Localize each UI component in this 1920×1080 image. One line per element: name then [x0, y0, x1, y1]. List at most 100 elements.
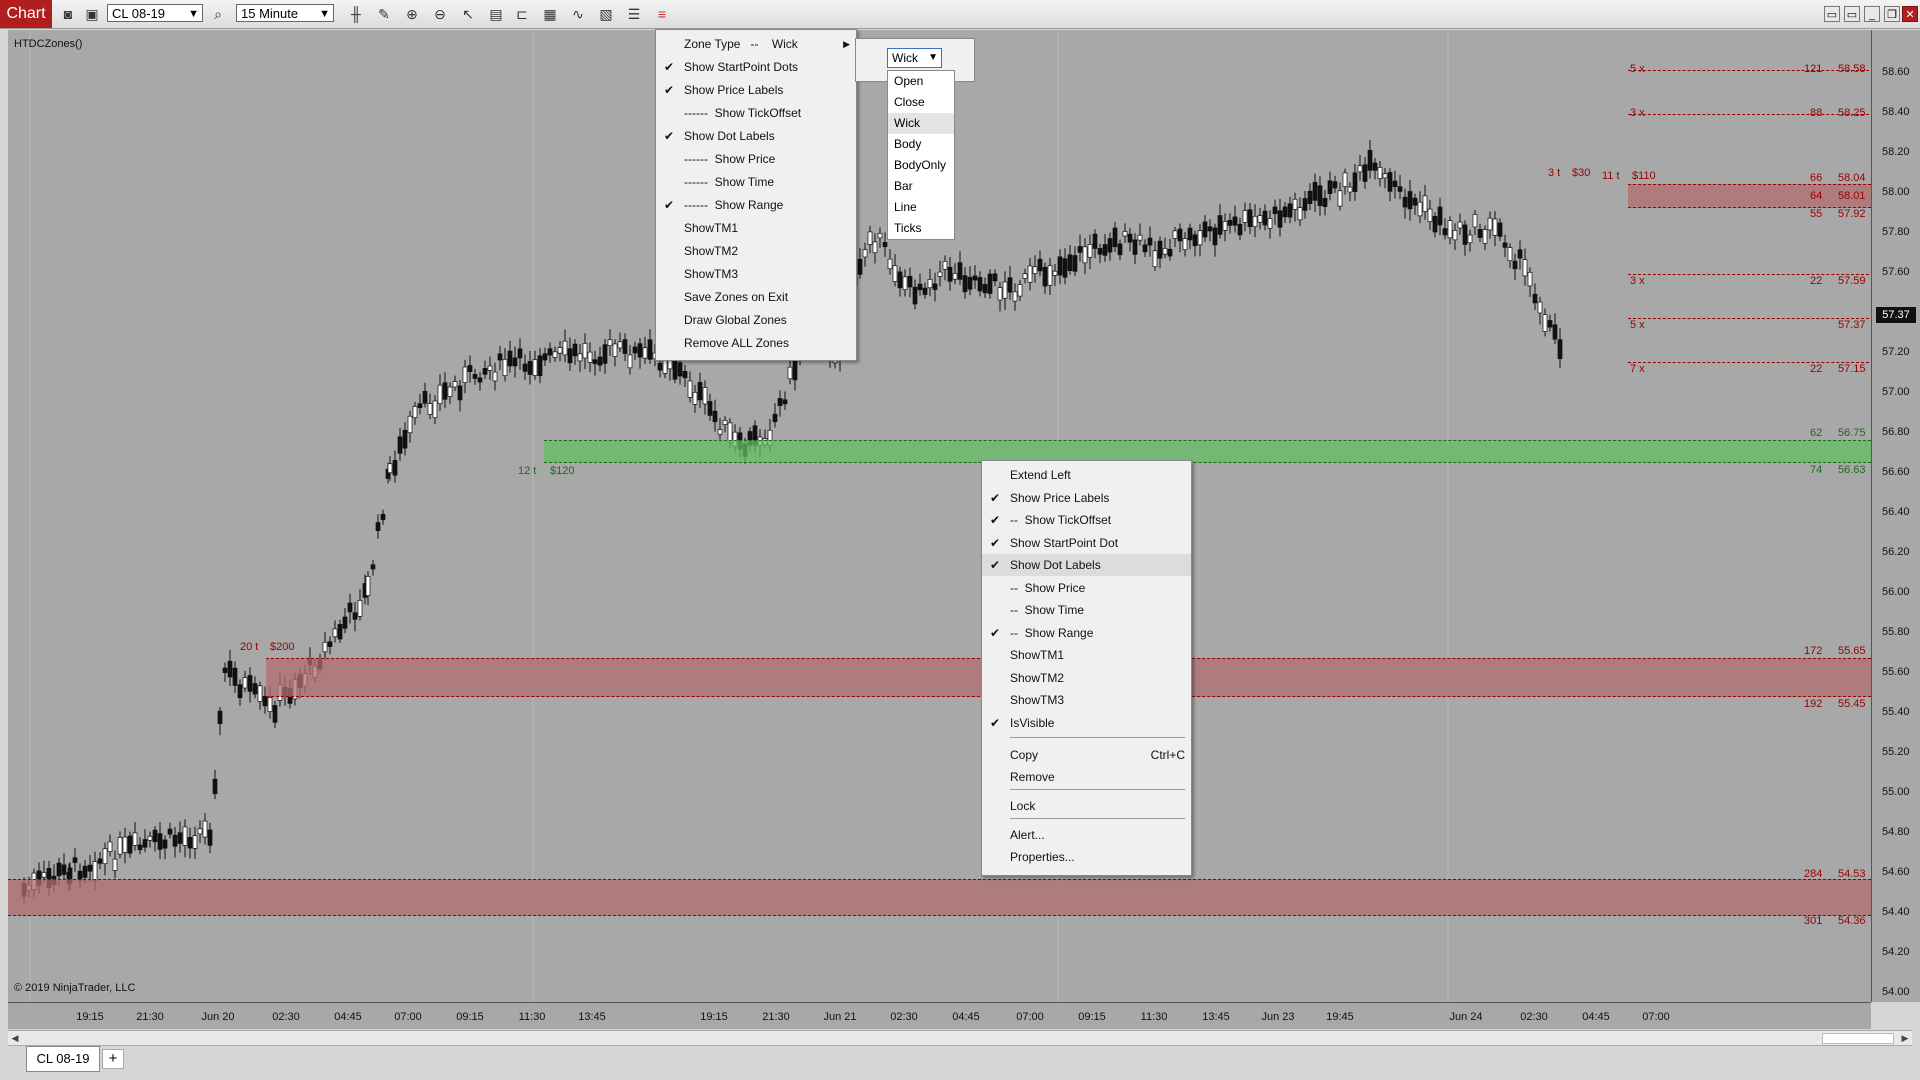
candle-body: [1187, 227, 1193, 241]
zone-menu-item-label: ------ Show TickOffset: [684, 106, 802, 120]
list-icon[interactable]: ☰: [624, 4, 644, 24]
strategies-icon[interactable]: ▦: [540, 4, 560, 24]
zone-menu-item[interactable]: ------ Show Time: [656, 171, 856, 193]
context-menu-item[interactable]: ShowTM1: [982, 644, 1191, 666]
zone-type-option[interactable]: Close: [888, 92, 954, 113]
zone-line[interactable]: [1628, 274, 1869, 275]
indicators-icon[interactable]: ∿: [568, 4, 588, 24]
zone-menu-item[interactable]: Remove ALL Zones: [656, 332, 856, 354]
data-box-icon[interactable]: ▤: [486, 4, 506, 24]
drawing-tool-icon[interactable]: ✎: [374, 4, 394, 24]
zone-menu-item[interactable]: ------ Show TickOffset: [656, 102, 856, 124]
price-axis[interactable]: 58.6058.4058.2058.0057.8057.6057.4057.20…: [1871, 30, 1920, 1002]
zone-menu-item[interactable]: ShowTM2: [656, 240, 856, 262]
context-menu-item[interactable]: ✔ IsVisible: [982, 712, 1191, 734]
scroll-left-icon[interactable]: ◀: [8, 1031, 22, 1045]
zone-menu-item[interactable]: ShowTM1: [656, 217, 856, 239]
check-icon: ✔: [990, 625, 1001, 640]
lock-menu-item[interactable]: Lock: [982, 795, 1191, 817]
zone-type-option[interactable]: Open: [888, 71, 954, 92]
candle-body: [1342, 172, 1348, 187]
remove-menu-item[interactable]: Remove: [982, 766, 1191, 788]
zone-range-label: 74: [1810, 464, 1823, 476]
zone-line[interactable]: [1628, 362, 1869, 363]
zone-line[interactable]: [1628, 114, 1869, 115]
zone-type-option[interactable]: Ticks: [888, 218, 954, 239]
context-menu-item[interactable]: ✔ Show Price Labels: [982, 487, 1191, 509]
horizontal-scrollbar[interactable]: ◀ ▶: [8, 1030, 1912, 1046]
alert-menu-item[interactable]: Alert...: [982, 824, 1191, 846]
price-tick-label: 58.20: [1882, 146, 1910, 158]
candle-body: [982, 283, 988, 294]
zoom-out-icon[interactable]: ⊖: [430, 4, 450, 24]
context-menu-item[interactable]: -- Show Time: [982, 599, 1191, 621]
zone-type-select[interactable]: Wick ▼: [887, 48, 942, 68]
context-menu-item[interactable]: ✔ Show StartPoint Dot: [982, 532, 1191, 554]
restore-icon[interactable]: ❐: [1884, 6, 1900, 22]
zone-menu-item[interactable]: Zone Type -- Wick ▶: [656, 33, 856, 55]
price-tick-label: 57.60: [1882, 266, 1910, 278]
context-menu-item[interactable]: ✔ -- Show TickOffset: [982, 509, 1191, 531]
candle-body: [1297, 207, 1303, 221]
zone-menu-item[interactable]: ShowTM3: [656, 263, 856, 285]
candle-body: [1487, 217, 1493, 231]
zone-line[interactable]: [1628, 70, 1869, 71]
properties-menu-item[interactable]: Properties...: [982, 846, 1191, 868]
zone-menu-item[interactable]: ✔ ------ Show Range: [656, 194, 856, 216]
zoom-in-icon[interactable]: ⊕: [402, 4, 422, 24]
zone-menu-item[interactable]: ✔ Show Price Labels: [656, 79, 856, 101]
dot-label-dollars: $120: [550, 465, 575, 477]
scroll-right-icon[interactable]: ▶: [1898, 1031, 1912, 1045]
resistance-zone[interactable]: [1628, 184, 1871, 208]
camera-icon[interactable]: ◙: [58, 4, 78, 24]
properties-icon[interactable]: ⊏: [512, 4, 532, 24]
context-menu-item[interactable]: Extend Left: [982, 464, 1191, 486]
zone-type-option[interactable]: Wick: [888, 113, 954, 134]
chart-trader-icon[interactable]: ▧: [596, 4, 616, 24]
timeframe-selector[interactable]: 15 Minute ▼: [236, 4, 334, 22]
candle-body: [1012, 291, 1018, 302]
support-zone[interactable]: [544, 440, 1871, 463]
context-menu-item[interactable]: ✔ Show Dot Labels: [982, 554, 1191, 576]
pointer-icon[interactable]: ↖: [458, 4, 478, 24]
add-tab-button[interactable]: +: [102, 1049, 124, 1069]
candle-body: [1522, 259, 1528, 277]
chart-window-tab[interactable]: Chart: [0, 0, 52, 28]
candle-body: [622, 339, 628, 354]
zone-menu-item[interactable]: ------ Show Price: [656, 148, 856, 170]
context-menu-item-label: IsVisible: [1010, 715, 1055, 730]
time-tick-label: 07:00: [1642, 1011, 1670, 1023]
scroll-thumb[interactable]: [1822, 1033, 1894, 1044]
zone-menu-item[interactable]: Draw Global Zones: [656, 309, 856, 331]
close-icon[interactable]: ✕: [1902, 6, 1918, 22]
search-icon[interactable]: ⌕: [208, 4, 228, 24]
zone-type-option[interactable]: BodyOnly: [888, 155, 954, 176]
copy-menu-item[interactable]: Copy Ctrl+C: [982, 744, 1191, 766]
context-menu-item[interactable]: -- Show Price: [982, 577, 1191, 599]
context-menu-item[interactable]: ✔ -- Show Range: [982, 622, 1191, 644]
context-menu-item[interactable]: ShowTM3: [982, 689, 1191, 711]
tile-icon[interactable]: ▭: [1844, 6, 1860, 22]
candle-body: [107, 841, 113, 853]
bar-style-icon[interactable]: ╫: [346, 4, 366, 24]
minimize-icon[interactable]: _: [1864, 6, 1880, 22]
instrument-tab[interactable]: CL 08-19: [26, 1046, 100, 1072]
color-bars-icon[interactable]: ≡: [652, 4, 672, 24]
zone-type-option[interactable]: Line: [888, 197, 954, 218]
tile-icon[interactable]: ▭: [1824, 6, 1840, 22]
zone-line[interactable]: [1628, 318, 1869, 319]
chevron-down-icon: ▼: [188, 8, 199, 20]
time-axis[interactable]: 19:15 21:30 Jun 20 02:30 04:45 07:00 09:15 11:3…: [8, 1002, 1871, 1029]
candle-body: [1067, 254, 1073, 272]
template-icon[interactable]: ▣: [82, 4, 102, 24]
context-menu-item[interactable]: ShowTM2: [982, 667, 1191, 689]
zone-menu-item[interactable]: Save Zones on Exit: [656, 286, 856, 308]
zone-type-option[interactable]: Body: [888, 134, 954, 155]
zone-type-option[interactable]: Bar: [888, 176, 954, 197]
time-tick-label: 11:30: [1140, 1011, 1168, 1023]
resistance-zone[interactable]: [8, 879, 1871, 916]
instrument-selector[interactable]: CL 08-19 ▼: [107, 4, 203, 22]
zone-menu-item[interactable]: ✔ Show StartPoint Dots: [656, 56, 856, 78]
zone-menu-item[interactable]: ✔ Show Dot Labels: [656, 125, 856, 147]
candle-body: [777, 398, 783, 406]
